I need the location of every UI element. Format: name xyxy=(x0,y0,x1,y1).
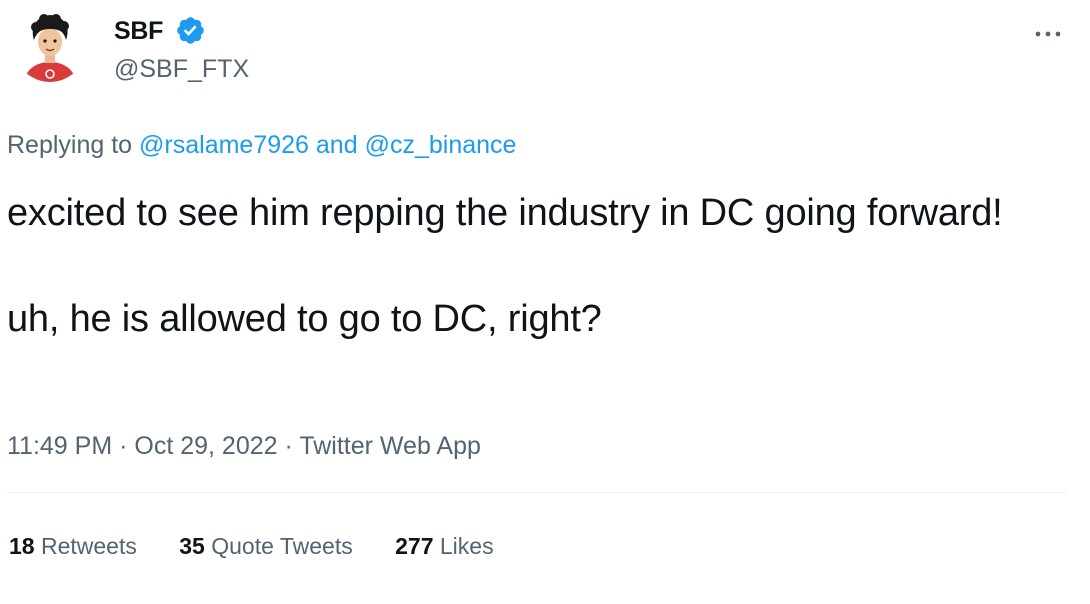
tweet-time[interactable]: 11:49 PM xyxy=(7,432,112,460)
replying-to-line: Replying to @rsalame7926 and @cz_binance xyxy=(7,127,516,163)
tweet-text: excited to see him repping the industry … xyxy=(7,187,1067,346)
mention-link-rsalame[interactable]: @rsalame7926 xyxy=(139,131,309,159)
meta-separator-2: · xyxy=(284,432,293,460)
replying-prefix: Replying to xyxy=(7,131,133,159)
mention-link-cz-binance[interactable]: @cz_binance xyxy=(365,131,517,159)
quote-tweets-label: Quote Tweets xyxy=(211,533,353,559)
likes-count: 277 xyxy=(395,533,434,559)
avatar[interactable] xyxy=(14,10,86,82)
display-name[interactable]: SBF xyxy=(114,14,163,48)
quote-tweets-stat[interactable]: 35 Quote Tweets xyxy=(179,529,352,563)
retweets-count: 18 xyxy=(9,533,35,559)
profile-avatar-icon xyxy=(14,10,86,82)
retweets-label: Retweets xyxy=(40,533,137,559)
engagement-stats: 18 Retweets 35 Quote Tweets 277 Likes xyxy=(9,529,530,563)
likes-stat[interactable]: 277 Likes xyxy=(395,529,493,563)
mention-joiner: and xyxy=(315,131,358,159)
user-handle[interactable]: @SBF_FTX xyxy=(114,52,249,86)
meta-separator: · xyxy=(119,432,128,460)
tweet-card: SBF @SBF_FTX Replying to @rsalame7926 an… xyxy=(0,0,1090,604)
more-options-icon[interactable] xyxy=(1033,26,1063,37)
tweet-paragraph-1: excited to see him repping the industry … xyxy=(7,192,1003,234)
tweet-paragraph-2: uh, he is allowed to go to DC, right? xyxy=(7,298,602,340)
quote-tweets-count: 35 xyxy=(179,533,205,559)
retweets-stat[interactable]: 18 Retweets xyxy=(9,529,137,563)
likes-label: Likes xyxy=(439,533,494,559)
tweet-metadata: 11:49 PM · Oct 29, 2022 · Twitter Web Ap… xyxy=(7,428,481,464)
divider xyxy=(7,492,1067,493)
tweet-source[interactable]: Twitter Web App xyxy=(299,432,481,460)
tweet-date[interactable]: Oct 29, 2022 xyxy=(134,432,277,460)
verified-badge-icon xyxy=(175,15,206,46)
